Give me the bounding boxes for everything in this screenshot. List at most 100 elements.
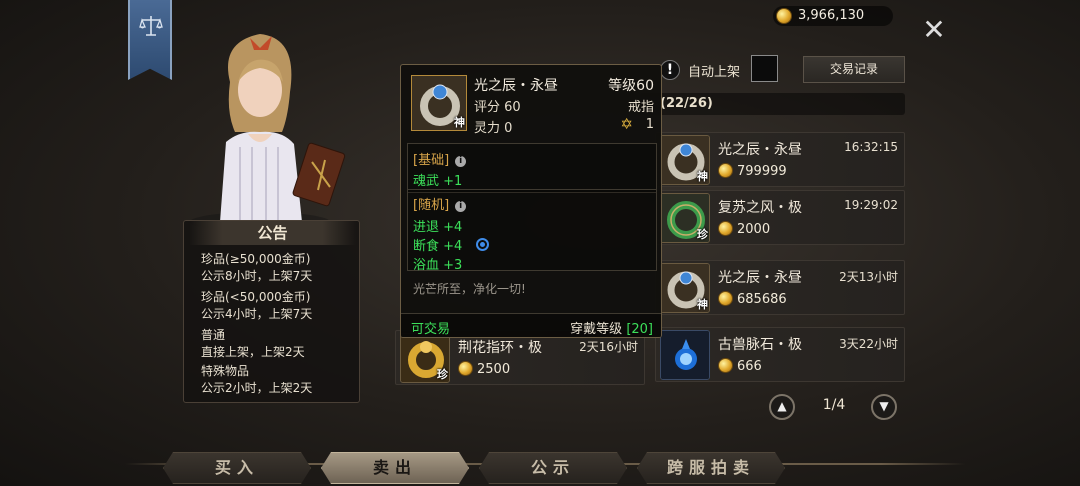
item-time: 16:32:15 xyxy=(844,140,898,154)
notice-title: 公告 xyxy=(189,221,356,245)
notice-line: 珍品(<50,000金币) xyxy=(201,290,311,304)
rarity-tag: 神 xyxy=(697,298,708,311)
item-price: 666 xyxy=(718,358,762,374)
tooltip-star-count: 1 xyxy=(645,117,654,132)
price-value: 2000 xyxy=(737,222,771,237)
target-icon xyxy=(476,238,489,251)
item-name: 光之辰・永昼 xyxy=(718,142,802,158)
list-item[interactable]: 古兽脉石・极 3天22小时 666 xyxy=(655,327,905,382)
rarity-tag: 神 xyxy=(454,116,465,129)
green-ring-icon: 珍 xyxy=(660,193,710,243)
rarity-tag: 神 xyxy=(697,170,708,183)
random-header-text: [随机] xyxy=(413,198,450,213)
item-name: 复苏之风・极 xyxy=(718,200,802,216)
notice-group: 珍品(<50,000金币) 公示4小时，上架7天 xyxy=(201,289,312,322)
ring-icon: 神 xyxy=(660,135,710,185)
notice-line: 特殊物品 xyxy=(201,364,250,378)
trade-records-button[interactable]: 交易记录 xyxy=(803,56,905,83)
tradable-status: 可交易 xyxy=(411,322,451,337)
item-price: 799999 xyxy=(718,163,787,179)
page-down-button[interactable]: ▼ xyxy=(871,394,897,420)
wear-level: 穿戴等级 [20] xyxy=(570,318,653,337)
list-item[interactable]: 神 光之辰・永昼 2天13小时 685686 xyxy=(655,260,905,315)
auto-list-label: 自动上架 xyxy=(688,65,741,80)
tooltip-score: 评分 60 xyxy=(474,100,521,115)
basic-header-text: [基础] xyxy=(413,153,450,168)
random-stats-header: [随机] i xyxy=(413,194,467,213)
listing-slot-count: (22/26) xyxy=(640,93,905,115)
notice-line: 公示2小时，上架2天 xyxy=(201,380,313,395)
scales-icon xyxy=(139,16,163,36)
list-item[interactable]: 珍 荆花指环・极 2天16小时 2500 xyxy=(395,330,645,385)
tab-cross-server-auction[interactable]: 跨服拍卖 xyxy=(637,452,785,484)
gold-coin-icon xyxy=(718,358,733,373)
tab-buy[interactable]: 买入 xyxy=(163,452,311,484)
close-icon[interactable]: ✕ xyxy=(922,16,946,44)
tooltip-level: 等级60 xyxy=(608,78,654,94)
item-time: 2天16小时 xyxy=(579,340,638,354)
random-stat: 进退 +4 xyxy=(413,220,463,235)
gold-coin-icon xyxy=(458,361,473,376)
notice-line: 普通 xyxy=(201,328,226,342)
item-price: 685686 xyxy=(718,291,787,307)
price-value: 799999 xyxy=(737,164,787,179)
guild-banner xyxy=(128,0,172,80)
page-indicator: 1/4 xyxy=(822,397,846,413)
item-name: 古兽脉石・极 xyxy=(718,337,802,353)
item-time: 2天13小时 xyxy=(839,270,898,284)
item-name: 光之辰・永昼 xyxy=(718,270,802,286)
price-value: 685686 xyxy=(737,292,787,307)
item-tooltip: 神 光之辰・永昼 等级60 评分 60 戒指 灵力 0 ✡ 1 [基础] i 魂武… xyxy=(400,64,662,338)
ring-icon: 神 xyxy=(660,263,710,313)
gold-amount: 3,966,130 xyxy=(798,8,865,23)
gold-coin-icon xyxy=(718,291,733,306)
notice-body: 珍品(≥50,000金币) 公示8小时，上架7天 珍品(<50,000金币) 公… xyxy=(201,251,312,401)
info-icon[interactable]: i xyxy=(455,201,467,212)
gold-coin-icon xyxy=(718,163,733,178)
auto-list-checkbox[interactable] xyxy=(751,55,778,82)
gold-coin-icon xyxy=(776,8,792,24)
tab-public[interactable]: 公示 xyxy=(479,452,627,484)
item-price: 2500 xyxy=(458,361,510,377)
slot-count-text: (22/26) xyxy=(660,96,713,111)
notice-group: 珍品(≥50,000金币) 公示8小时，上架7天 xyxy=(201,251,312,284)
notice-line: 公示4小时，上架7天 xyxy=(201,306,313,321)
gold-ring-icon: 珍 xyxy=(400,333,450,383)
gold-coin-icon xyxy=(718,221,733,236)
price-value: 666 xyxy=(737,359,762,374)
wear-level-label: 穿戴等级 xyxy=(570,322,623,337)
notice-panel: 公告 珍品(≥50,000金币) 公示8小时，上架7天 珍品(<50,000金币… xyxy=(183,220,360,403)
list-item[interactable]: 珍 复苏之风・极 19:29:02 2000 xyxy=(655,190,905,245)
notice-group: 普通 直接上架，上架2天 xyxy=(201,327,312,360)
item-price: 2000 xyxy=(718,221,770,237)
notice-line: 珍品(≥50,000金币) xyxy=(201,252,311,266)
list-item[interactable]: 神 光之辰・永昼 16:32:15 799999 xyxy=(655,132,905,187)
rarity-tag: 珍 xyxy=(437,368,448,381)
rarity-tag: 珍 xyxy=(697,228,708,241)
basic-stat: 魂武 +1 xyxy=(413,174,463,189)
gold-balance: 3,966,130 xyxy=(773,6,893,26)
spirit-stone-icon xyxy=(660,330,710,380)
info-icon[interactable]: i xyxy=(455,156,467,167)
item-time: 3天22小时 xyxy=(839,337,898,351)
tooltip-footer: 可交易 穿戴等级 [20] xyxy=(401,313,661,337)
wear-level-value: [20] xyxy=(626,322,653,337)
page-up-button[interactable]: ▲ xyxy=(769,394,795,420)
random-stat: 断食 +4 xyxy=(413,239,463,254)
item-time: 19:29:02 xyxy=(844,198,898,212)
hexagram-star-icon: ✡ xyxy=(620,115,633,133)
notice-line: 直接上架，上架2天 xyxy=(201,344,305,359)
merchant-npc-portrait xyxy=(190,34,346,232)
info-exclamation-icon[interactable]: ! xyxy=(660,60,680,80)
notice-line: 公示8小时，上架7天 xyxy=(201,268,313,283)
price-value: 2500 xyxy=(477,362,511,377)
ring-icon: 神 xyxy=(411,75,467,131)
tooltip-item-name: 光之辰・永昼 xyxy=(474,78,558,94)
tooltip-spirit: 灵力 0 xyxy=(474,121,513,136)
tooltip-flavor-text: 光芒所至，净化一切! xyxy=(413,282,526,296)
random-stat: 浴血 +3 xyxy=(413,258,463,273)
tooltip-slot: 戒指 xyxy=(627,100,654,115)
tab-sell[interactable]: 卖出 xyxy=(321,452,469,484)
basic-stats-header: [基础] i xyxy=(413,149,467,168)
item-name: 荆花指环・极 xyxy=(458,340,542,356)
